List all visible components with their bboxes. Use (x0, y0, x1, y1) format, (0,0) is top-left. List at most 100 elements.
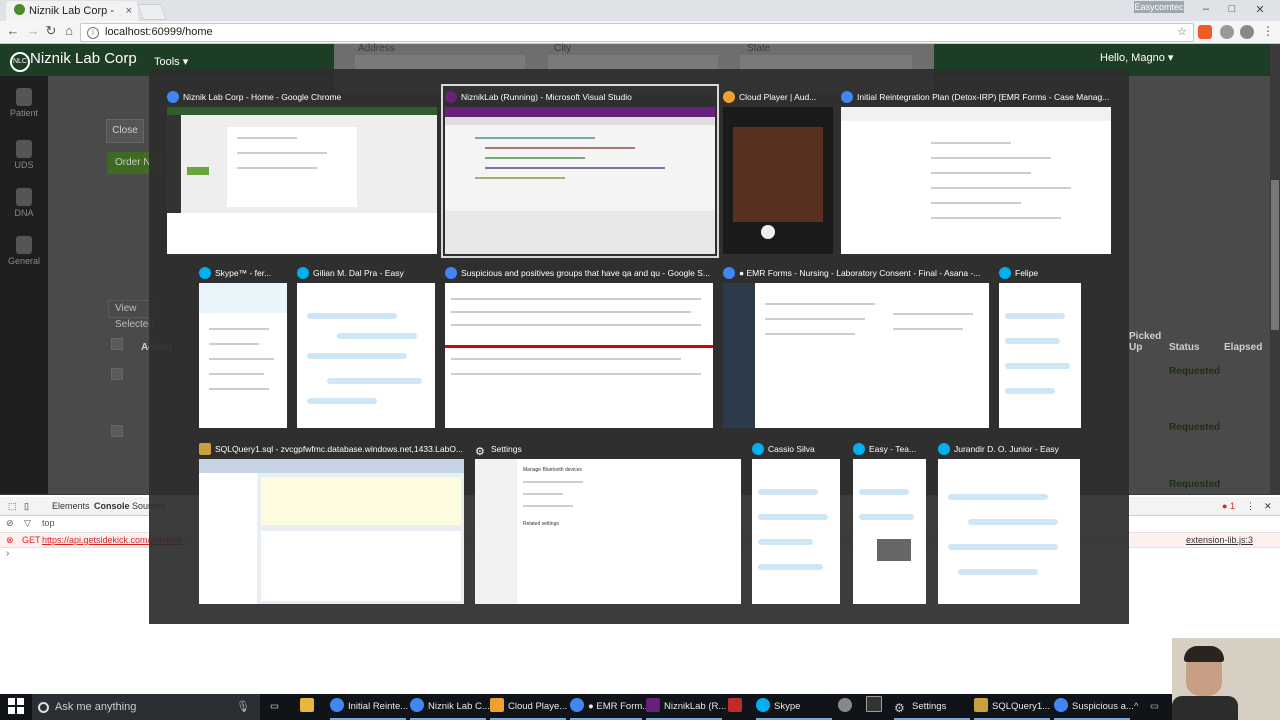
network-icon[interactable]: ▭ (1150, 694, 1159, 720)
site-favicon-icon (14, 4, 25, 15)
window-card[interactable]: Initial Reintegration Plan (Detox-IRP) [… (841, 88, 1111, 254)
cortana-search[interactable]: Ask me anything 🎙 (32, 694, 260, 720)
window-title-text: Settings (491, 444, 522, 454)
window-card[interactable]: SQLQuery1.sql - zvcgpfwfmc.database.wind… (199, 440, 464, 604)
chrome-icon (330, 698, 344, 712)
forward-arrow-icon[interactable]: → (24, 22, 42, 40)
taskbar-item[interactable]: Suspicious a... (1054, 694, 1134, 720)
chrome-icon (1054, 698, 1068, 712)
window-title-text: Skype™ - fer... (215, 268, 272, 278)
address-bar[interactable]: i localhost:60999/home ☆ (80, 23, 1194, 42)
taskbar-item[interactable]: Initial Reinte... (330, 694, 408, 720)
nav-item-patient[interactable]: Patient (0, 88, 48, 118)
window-card[interactable]: Gilian M. Dal Pra - Easy (297, 264, 435, 428)
tab-close-icon[interactable]: × (126, 1, 132, 21)
chrome-icon (841, 91, 853, 103)
microphone-icon[interactable]: 🎙 (236, 694, 250, 720)
extension-icon[interactable] (1240, 25, 1254, 39)
error-badge[interactable]: ● 1 (1222, 501, 1235, 511)
taskbar-item[interactable]: SQLQuery1... (974, 694, 1050, 720)
row-checkbox[interactable] (111, 425, 123, 437)
window-card[interactable]: Skype™ - fer... (199, 264, 287, 428)
state-field[interactable] (740, 55, 912, 70)
taskbar-item[interactable]: Skype (756, 694, 832, 720)
window-card[interactable]: Felipe (999, 264, 1081, 428)
devtools-menu-icon[interactable]: ⋮ (1246, 501, 1255, 512)
window-title: ⚙ Settings (475, 440, 741, 458)
profile-badge[interactable]: Easycomtec (1134, 1, 1184, 13)
window-card[interactable]: ● EMR Forms - Nursing - Laboratory Conse… (723, 264, 989, 428)
close-button[interactable]: Close (106, 119, 144, 143)
window-thumbnail (853, 459, 926, 604)
browser-tab[interactable]: Niznik Lab Corp - Home × (6, 1, 138, 37)
window-title-text: Felipe (1015, 268, 1039, 278)
taskbar-item[interactable]: Niznik Lab C... (410, 694, 490, 720)
console-prompt[interactable]: › (6, 548, 9, 559)
home-icon[interactable]: ⌂ (60, 22, 78, 40)
nav-item-uds[interactable]: UDS (0, 140, 48, 170)
window-close-icon[interactable]: ✕ (1250, 3, 1270, 16)
scrollbar-thumb[interactable] (1271, 180, 1279, 330)
window-card-selected[interactable]: NiznikLab (Running) - Microsoft Visual S… (441, 84, 719, 258)
taskbar-item-label: Skype (774, 701, 801, 712)
taskbar-item[interactable]: ● EMR Form... (570, 694, 650, 720)
city-field[interactable] (548, 55, 718, 70)
info-icon[interactable]: i (87, 27, 99, 39)
left-nav (0, 76, 48, 494)
skype-icon (938, 443, 950, 455)
tray-expand-icon[interactable]: ^ (1134, 694, 1138, 720)
tab-console[interactable]: Console (94, 501, 130, 511)
col-status: Status (1169, 342, 1200, 353)
app-logo: NLC (10, 52, 30, 72)
address-field[interactable] (355, 55, 525, 70)
devtools-close-icon[interactable]: ✕ (1264, 501, 1272, 512)
window-card[interactable]: ⚙ Settings Manage Bluetooth devices Relat… (475, 440, 741, 604)
taskbar-item[interactable]: ⚙ Settings (894, 694, 970, 720)
browser-menu-icon[interactable]: ⋮ (1262, 24, 1274, 38)
taskbar-item-label: Settings (912, 701, 947, 712)
window-card[interactable]: Suspicious and positives groups that hav… (445, 264, 713, 428)
window-title: Niznik Lab Corp - Home - Google Chrome (167, 88, 437, 106)
row-checkbox[interactable] (111, 368, 123, 380)
bookmark-star-icon[interactable]: ☆ (1177, 24, 1187, 41)
filter-icon[interactable]: ▽ (24, 518, 31, 529)
taskbar-item-label: ● EMR Form... (588, 701, 651, 712)
window-title: Easy - Tea... (853, 440, 926, 458)
nav-item-dna[interactable]: DNA (0, 188, 48, 218)
taskbar-item-label: Suspicious a... (1072, 701, 1134, 712)
user-menu[interactable]: Hello, Magno ▾ (1100, 51, 1173, 64)
taskbar-item[interactable]: NiznikLab (R... (646, 694, 726, 720)
select-all-checkbox[interactable] (111, 338, 123, 350)
person-hair (1184, 646, 1224, 662)
context-select[interactable]: top (42, 518, 55, 528)
filezilla-icon[interactable] (728, 694, 746, 720)
window-card[interactable]: Easy - Tea... (853, 440, 926, 604)
maximize-icon[interactable]: □ (1222, 3, 1242, 15)
clear-console-icon[interactable]: ⊘ (6, 518, 14, 529)
device-toggle-icon[interactable]: ▯ (24, 501, 29, 512)
minimize-icon[interactable]: – (1196, 3, 1216, 15)
back-arrow-icon[interactable]: ← (4, 22, 22, 40)
error-source-link[interactable]: extension-lib.js:3 (1186, 533, 1253, 547)
inspect-icon[interactable]: ⬚ (8, 501, 17, 512)
reload-icon[interactable]: ↻ (42, 22, 60, 40)
terminal-icon[interactable] (866, 694, 886, 720)
window-card[interactable]: Cloud Player | Aud... (723, 88, 833, 254)
taskbar-item-label: Niznik Lab C... (428, 701, 490, 712)
app-icon[interactable] (838, 694, 856, 720)
file-explorer-icon[interactable] (300, 694, 318, 720)
task-view-icon[interactable]: ▭ (270, 694, 279, 720)
nav-item-general[interactable]: General (0, 236, 48, 266)
cortana-icon (38, 702, 49, 713)
window-card[interactable]: Cassio Silva (752, 440, 840, 604)
extension-icon[interactable] (1220, 25, 1234, 39)
tools-menu[interactable]: Tools ▾ (154, 55, 188, 68)
tab-elements[interactable]: Elements (52, 501, 90, 511)
app-brand[interactable]: Niznik Lab Corp (30, 50, 137, 67)
address-label: Address (358, 43, 395, 54)
taskbar-item[interactable]: Cloud Playe... (490, 694, 567, 720)
extension-icon[interactable] (1198, 25, 1212, 39)
windows-start-icon[interactable] (8, 698, 24, 714)
window-card[interactable]: Niznik Lab Corp - Home - Google Chrome (167, 88, 437, 254)
window-card[interactable]: Jurandir D. O. Junior - Easy (938, 440, 1080, 604)
